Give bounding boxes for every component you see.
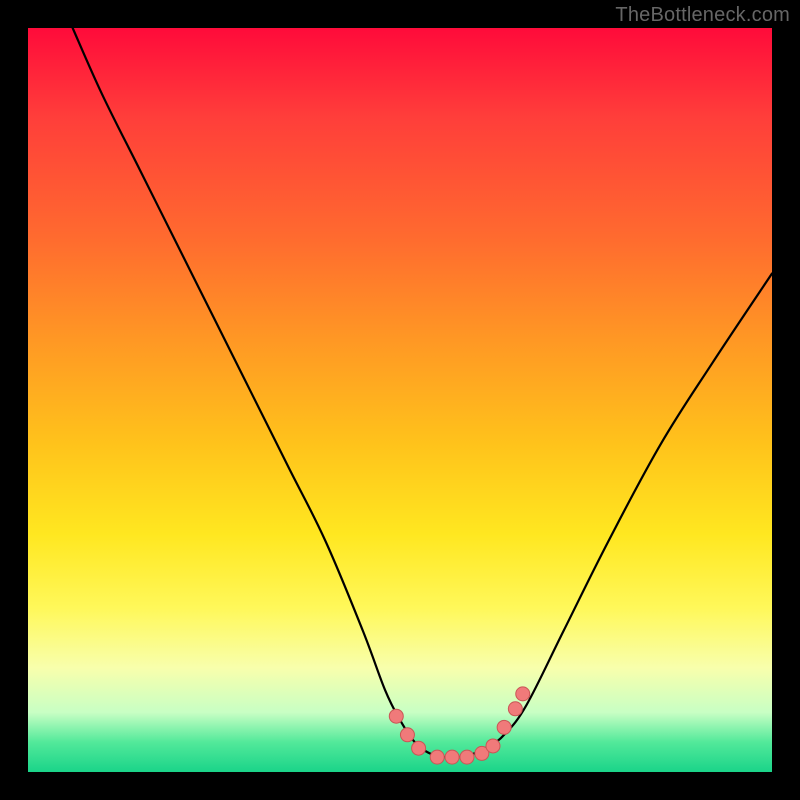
curve-marker	[460, 750, 474, 764]
curve-marker	[497, 720, 511, 734]
curve-marker	[400, 728, 414, 742]
curve-marker	[430, 750, 444, 764]
curve-marker	[445, 750, 459, 764]
watermark-text: TheBottleneck.com	[615, 4, 790, 27]
bottleneck-curve	[73, 28, 772, 758]
chart-frame: TheBottleneck.com	[0, 0, 800, 800]
plot-area	[28, 28, 772, 772]
curve-marker	[508, 702, 522, 716]
curve-markers	[389, 687, 529, 764]
curve-marker	[516, 687, 530, 701]
curve-marker	[412, 741, 426, 755]
curve-svg	[28, 28, 772, 772]
curve-marker	[486, 739, 500, 753]
curve-marker	[389, 709, 403, 723]
